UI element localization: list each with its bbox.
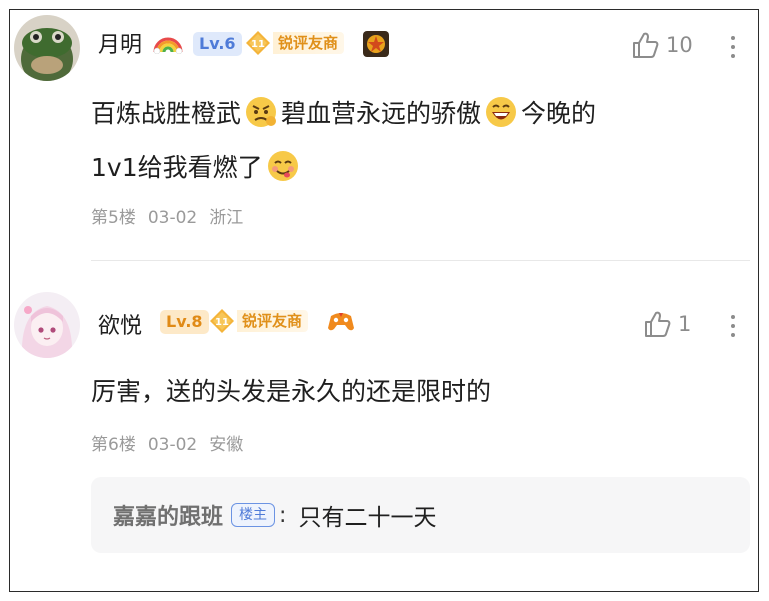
avatar[interactable]: [14, 292, 80, 358]
merchant-level: 11: [215, 317, 229, 328]
comment-location: 安徽: [209, 435, 244, 455]
game-controller-icon: [328, 313, 354, 331]
floor-number: 第5楼: [91, 208, 136, 228]
like-button[interactable]: 10: [631, 31, 693, 59]
merchant-level: 11: [251, 39, 265, 50]
avatar[interactable]: [14, 15, 80, 81]
merchant-badge: 11 锐评友商: [245, 30, 345, 56]
comment-location: 浙江: [209, 208, 244, 228]
merchant-gem-icon: 11: [245, 30, 271, 56]
username[interactable]: 月明: [98, 27, 142, 59]
angry-face-emoji-icon: [246, 97, 277, 127]
more-options-button[interactable]: [730, 312, 736, 339]
rainbow-emoji-icon: [153, 37, 183, 54]
floor-number: 第6楼: [91, 435, 136, 455]
like-button[interactable]: 1: [643, 310, 691, 338]
like-count: 10: [666, 33, 693, 57]
thumbs-up-icon: [645, 311, 671, 337]
more-vertical-icon: [731, 314, 735, 319]
comment-date: 03-02: [147, 435, 198, 455]
reply-text: 只有二十一天: [298, 505, 437, 531]
medal-icon: [363, 31, 389, 57]
comment-meta: 第5楼 03-02 浙江: [91, 203, 255, 228]
merchant-gem-icon: 11: [209, 308, 235, 334]
comment-list: 月明 Lv.6 11 锐评友商 10 百炼战胜橙武 碧血营永远的骄傲 今晚的 1…: [9, 9, 759, 592]
frog-avatar-icon: [14, 15, 80, 81]
level-badge: Lv.8: [160, 310, 209, 334]
merchant-label: 锐评友商: [273, 32, 345, 54]
divider: [91, 260, 750, 261]
reply-colon: :: [279, 502, 287, 528]
sub-reply[interactable]: 嘉嘉的跟班 楼主 : 只有二十一天: [91, 477, 750, 553]
thumbs-up-icon: [633, 32, 659, 58]
grinning-face-emoji-icon: [486, 97, 517, 127]
comment-meta: 第6楼 03-02 安徽: [91, 430, 255, 455]
host-badge: 楼主: [231, 503, 276, 527]
comment-date: 03-02: [147, 208, 198, 228]
more-options-button[interactable]: [730, 33, 736, 60]
reply-username[interactable]: 嘉嘉的跟班: [113, 499, 223, 531]
like-count: 1: [678, 312, 692, 336]
anime-girl-avatar-icon: [14, 292, 80, 358]
level-badge: Lv.6: [193, 32, 242, 56]
merchant-label: 锐评友商: [237, 310, 309, 332]
username[interactable]: 欲悦: [98, 308, 142, 340]
comment-content: 厉害，送的头发是永久的还是限时的: [91, 377, 492, 406]
merchant-badge: 11 锐评友商: [209, 308, 309, 334]
more-vertical-icon: [731, 35, 735, 40]
comment-content: 百炼战胜橙武 碧血营永远的骄傲 今晚的 1v1给我看燃了: [91, 87, 731, 195]
yum-face-emoji-icon: [267, 151, 298, 181]
